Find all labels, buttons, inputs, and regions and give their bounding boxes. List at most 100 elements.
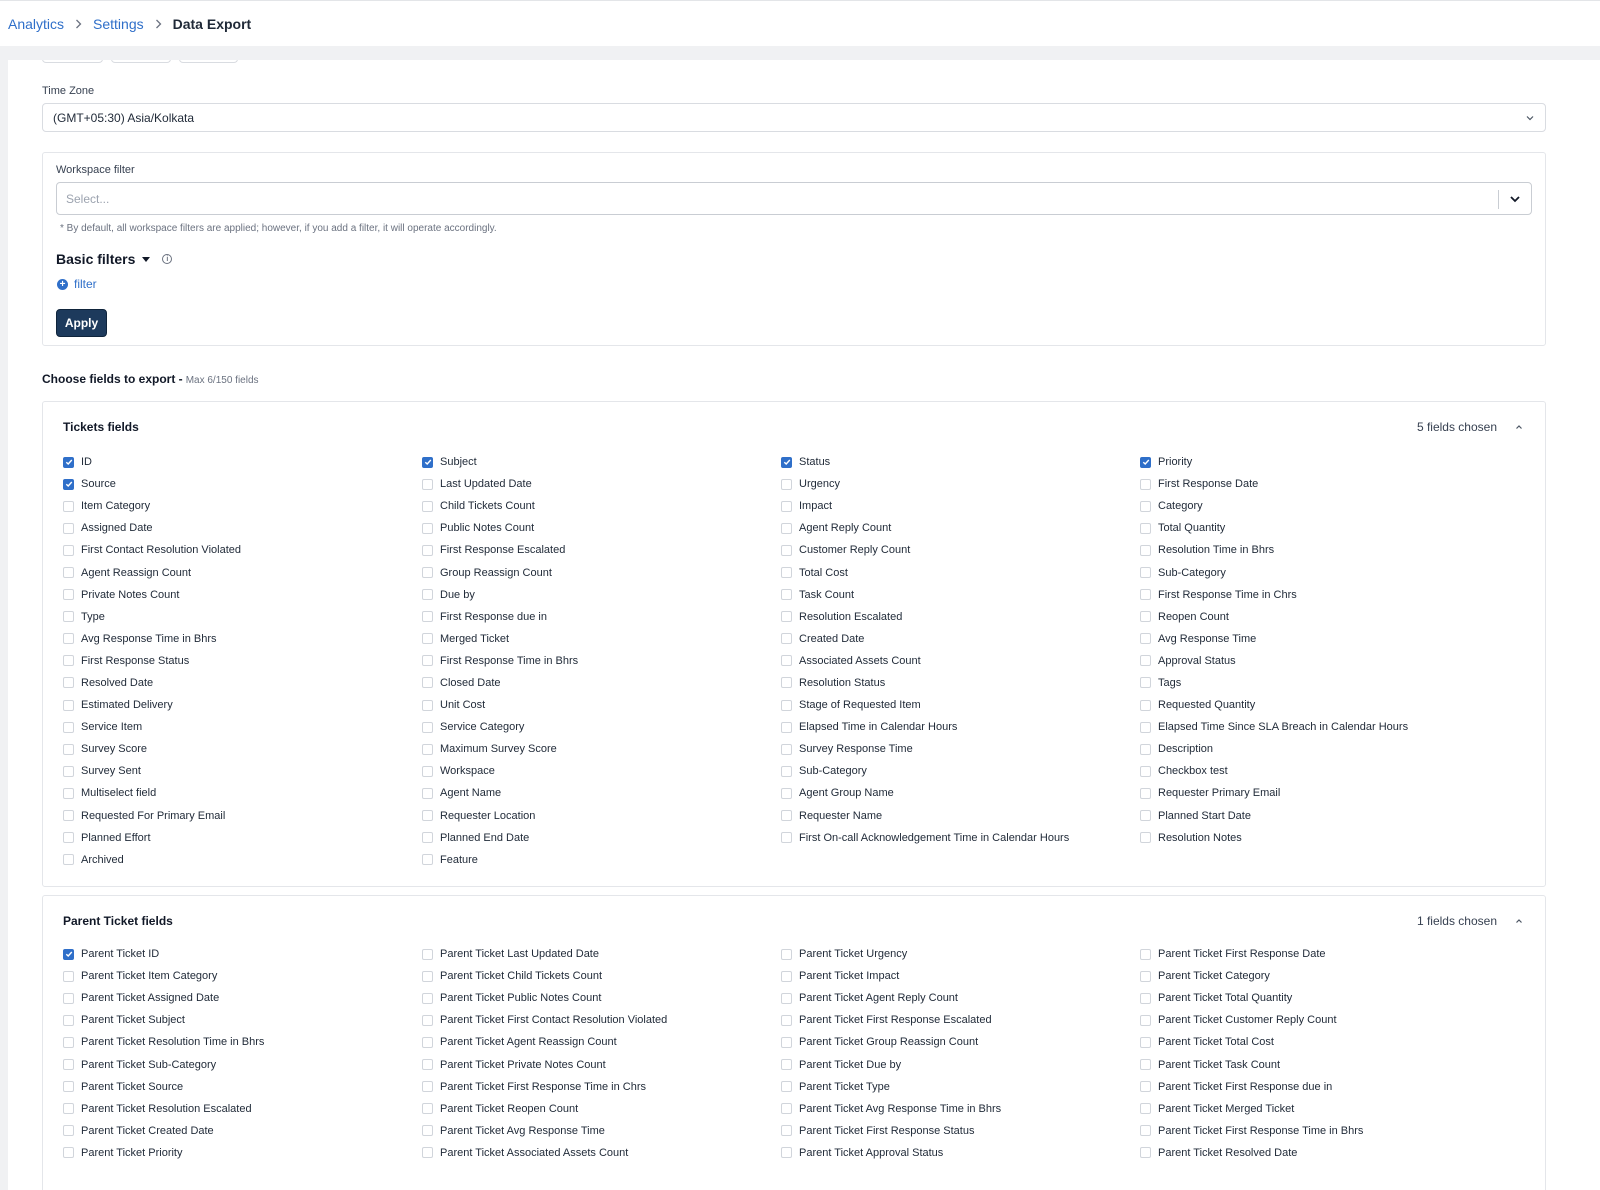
field-option[interactable]: Priority: [1140, 451, 1499, 473]
checkbox[interactable]: [781, 721, 792, 733]
field-option[interactable]: Assigned Date: [63, 517, 422, 539]
field-option[interactable]: Parent Ticket First Response due in: [1140, 1076, 1499, 1098]
field-option[interactable]: Parent Ticket Total Quantity: [1140, 987, 1499, 1009]
checkbox[interactable]: [422, 655, 433, 667]
checkbox[interactable]: [781, 1036, 792, 1048]
checkbox[interactable]: [63, 522, 74, 534]
chevron-up-icon[interactable]: [1514, 916, 1524, 926]
checkbox[interactable]: [63, 677, 74, 689]
field-option[interactable]: Parent Ticket First Response Time in Chr…: [422, 1076, 781, 1098]
checkbox[interactable]: [422, 677, 433, 689]
field-option[interactable]: Parent Ticket Public Notes Count: [422, 987, 781, 1009]
field-option[interactable]: Parent Ticket Assigned Date: [63, 987, 422, 1009]
checkbox[interactable]: [1140, 677, 1151, 689]
checkbox[interactable]: [1140, 970, 1151, 982]
checkbox[interactable]: [1140, 743, 1151, 755]
field-option[interactable]: Parent Ticket Private Notes Count: [422, 1053, 781, 1075]
checkbox[interactable]: [1140, 1081, 1151, 1093]
checkbox[interactable]: [422, 721, 433, 733]
basic-filters-toggle[interactable]: Basic filters i: [56, 251, 173, 267]
field-option[interactable]: Planned Effort: [63, 827, 422, 849]
field-option[interactable]: Survey Sent: [63, 760, 422, 782]
field-option[interactable]: Elapsed Time Since SLA Breach in Calenda…: [1140, 716, 1499, 738]
checkbox[interactable]: [781, 743, 792, 755]
field-option[interactable]: Service Category: [422, 716, 781, 738]
checkbox[interactable]: [63, 854, 74, 866]
field-option[interactable]: Parent Ticket Total Cost: [1140, 1031, 1499, 1053]
field-option[interactable]: Feature: [422, 849, 781, 871]
checkbox[interactable]: [781, 500, 792, 512]
checkbox[interactable]: [422, 992, 433, 1004]
field-option[interactable]: Parent Ticket Impact: [781, 965, 1140, 987]
date-range-button[interactable]: [111, 60, 171, 63]
checkbox[interactable]: [1140, 1036, 1151, 1048]
field-option[interactable]: Parent Ticket Avg Response Time: [422, 1120, 781, 1142]
field-option[interactable]: Parent Ticket Resolved Date: [1140, 1142, 1499, 1164]
field-option[interactable]: Resolution Status: [781, 672, 1140, 694]
field-option[interactable]: Due by: [422, 584, 781, 606]
field-option[interactable]: Impact: [781, 495, 1140, 517]
field-option[interactable]: Parent Ticket Avg Response Time in Bhrs: [781, 1098, 1140, 1120]
checkbox[interactable]: [1140, 810, 1151, 822]
checkbox[interactable]: [63, 1059, 74, 1071]
checkbox[interactable]: [781, 1059, 792, 1071]
checkbox[interactable]: [1140, 992, 1151, 1004]
checkbox[interactable]: [1140, 1059, 1151, 1071]
checkbox[interactable]: [781, 1147, 792, 1159]
checkbox[interactable]: [422, 567, 433, 579]
checkbox[interactable]: [63, 567, 74, 579]
field-option[interactable]: Agent Reassign Count: [63, 561, 422, 583]
apply-button[interactable]: Apply: [56, 309, 107, 337]
field-option[interactable]: Associated Assets Count: [781, 650, 1140, 672]
field-option[interactable]: Service Item: [63, 716, 422, 738]
field-option[interactable]: Agent Group Name: [781, 782, 1140, 804]
field-option[interactable]: Subject: [422, 451, 781, 473]
checkbox[interactable]: [781, 633, 792, 645]
field-option[interactable]: Merged Ticket: [422, 628, 781, 650]
checkbox[interactable]: [422, 1081, 433, 1093]
checkbox[interactable]: [781, 1103, 792, 1115]
checkbox[interactable]: [63, 699, 74, 711]
checkbox[interactable]: [1140, 589, 1151, 601]
field-option[interactable]: Private Notes Count: [63, 584, 422, 606]
field-option[interactable]: Parent Ticket Item Category: [63, 965, 422, 987]
checkbox-checked[interactable]: [422, 456, 433, 468]
field-option[interactable]: First Response Date: [1140, 473, 1499, 495]
checkbox[interactable]: [781, 544, 792, 556]
checkbox[interactable]: [63, 1125, 74, 1137]
checkbox[interactable]: [63, 544, 74, 556]
field-option[interactable]: Requested Quantity: [1140, 694, 1499, 716]
checkbox[interactable]: [781, 970, 792, 982]
date-range-button[interactable]: [42, 60, 103, 63]
field-option[interactable]: Workspace: [422, 760, 781, 782]
field-option[interactable]: Checkbox test: [1140, 760, 1499, 782]
checkbox[interactable]: [422, 787, 433, 799]
checkbox[interactable]: [1140, 522, 1151, 534]
field-option[interactable]: Resolved Date: [63, 672, 422, 694]
checkbox[interactable]: [422, 1036, 433, 1048]
field-option[interactable]: Parent Ticket Type: [781, 1076, 1140, 1098]
checkbox-checked[interactable]: [63, 478, 74, 490]
checkbox[interactable]: [63, 1014, 74, 1026]
field-option[interactable]: Parent Ticket Sub-Category: [63, 1053, 422, 1075]
field-option[interactable]: Archived: [63, 849, 422, 871]
checkbox[interactable]: [63, 1036, 74, 1048]
field-option[interactable]: Parent Ticket Reopen Count: [422, 1098, 781, 1120]
field-option[interactable]: Maximum Survey Score: [422, 738, 781, 760]
checkbox[interactable]: [422, 500, 433, 512]
field-option[interactable]: First Response due in: [422, 606, 781, 628]
checkbox-checked[interactable]: [781, 456, 792, 468]
checkbox[interactable]: [63, 589, 74, 601]
checkbox[interactable]: [1140, 948, 1151, 960]
checkbox[interactable]: [422, 743, 433, 755]
field-option[interactable]: First Contact Resolution Violated: [63, 539, 422, 561]
field-option[interactable]: Customer Reply Count: [781, 539, 1140, 561]
checkbox[interactable]: [781, 832, 792, 844]
checkbox[interactable]: [63, 611, 74, 623]
date-range-button[interactable]: [179, 60, 238, 63]
checkbox[interactable]: [1140, 1103, 1151, 1115]
field-option[interactable]: Parent Ticket Source: [63, 1076, 422, 1098]
checkbox[interactable]: [1140, 765, 1151, 777]
field-option[interactable]: Estimated Delivery: [63, 694, 422, 716]
field-option[interactable]: Parent Ticket First Contact Resolution V…: [422, 1009, 781, 1031]
